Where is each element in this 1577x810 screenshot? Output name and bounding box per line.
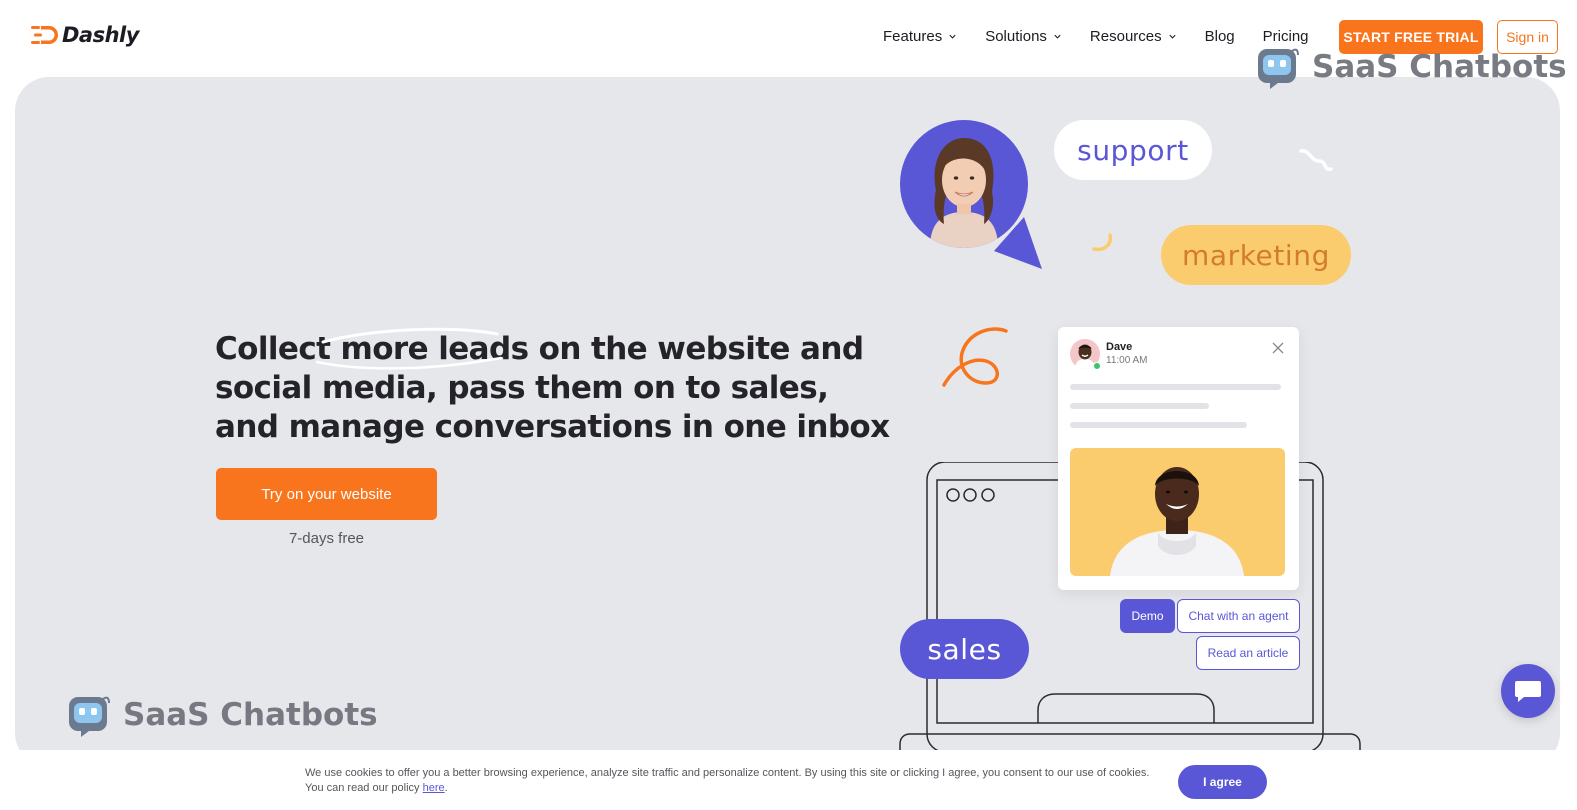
message-placeholder-line [1070, 422, 1247, 428]
watermark-top: SaaS Chatbots [1256, 45, 1567, 89]
hero-headline: Collect more leads on the website and so… [215, 327, 890, 447]
message-placeholder-line [1070, 384, 1281, 390]
dashly-logo-icon [31, 26, 58, 44]
chat-bubble-icon [1515, 681, 1541, 702]
cookie-message: We use cookies to offer you a better bro… [305, 766, 1155, 796]
watermark-text: SaaS Chatbots [123, 697, 378, 733]
marketing-bubble: marketing [1161, 225, 1351, 285]
online-status-dot [1093, 362, 1101, 370]
nav-solutions-label: Solutions [985, 28, 1047, 45]
robot-icon [1258, 48, 1299, 89]
white-squiggle [1299, 149, 1333, 171]
try-on-website-button[interactable]: Try on your website [216, 468, 437, 520]
yellow-arc [1092, 233, 1113, 252]
cookie-text-end: . [444, 782, 448, 794]
cookie-policy-link[interactable]: here [423, 782, 445, 794]
headline-line-3: and manage conversations in one inbox [215, 409, 890, 445]
nav-pricing[interactable]: Pricing [1263, 28, 1309, 45]
agree-button[interactable]: I agree [1178, 765, 1267, 799]
speech-tail-shape [994, 217, 1042, 269]
chevron-down-icon [1054, 34, 1061, 39]
nav-features-label: Features [883, 28, 943, 45]
support-bubble: support [1054, 120, 1212, 180]
chevron-down-icon [1169, 34, 1176, 39]
headline-line-1: Collect more leads on the website and [215, 331, 864, 367]
hero-section: Collect more leads on the website and so… [15, 77, 1560, 767]
chat-widget-card: Dave 11:00 AM [1058, 327, 1299, 590]
chat-agent-name: Dave [1106, 341, 1133, 353]
chat-image [1070, 448, 1285, 576]
nav-solutions[interactable]: Solutions [985, 28, 1062, 45]
nav-blog[interactable]: Blog [1205, 28, 1235, 45]
logo-text: Dashly [62, 23, 139, 47]
nav-features[interactable]: Features [883, 28, 957, 45]
logo[interactable]: Dashly [31, 23, 139, 47]
cookie-banner: We use cookies to offer you a better bro… [0, 750, 1577, 810]
sales-bubble: sales [900, 619, 1029, 679]
main-nav: Features Solutions Resources Blog Pricin… [883, 28, 1309, 45]
nav-blog-label: Blog [1204, 28, 1235, 45]
nav-pricing-label: Pricing [1262, 28, 1309, 45]
chat-with-agent-chip: Chat with an agent [1177, 599, 1300, 633]
watermark-text: SaaS Chatbots [1312, 49, 1567, 85]
page: Dashly Features Solutions Resources Blog… [0, 0, 1577, 810]
demo-chip: Demo [1120, 599, 1175, 633]
chevron-down-icon [949, 34, 956, 39]
man-photo [1110, 467, 1244, 576]
trial-note: 7-days free [288, 530, 365, 547]
chat-launcher-button[interactable] [1501, 664, 1555, 718]
headline-line-2: social media, pass them on to sales, [215, 370, 829, 406]
nav-resources-label: Resources [1089, 28, 1162, 45]
orange-scribble [942, 327, 1008, 387]
message-placeholder-line [1070, 403, 1209, 409]
close-icon[interactable] [1271, 341, 1285, 355]
nav-resources[interactable]: Resources [1090, 28, 1177, 45]
chat-timestamp: 11:00 AM [1106, 355, 1148, 366]
robot-icon [69, 696, 110, 737]
watermark-bottom: SaaS Chatbots [67, 693, 378, 737]
read-article-chip: Read an article [1196, 636, 1300, 670]
